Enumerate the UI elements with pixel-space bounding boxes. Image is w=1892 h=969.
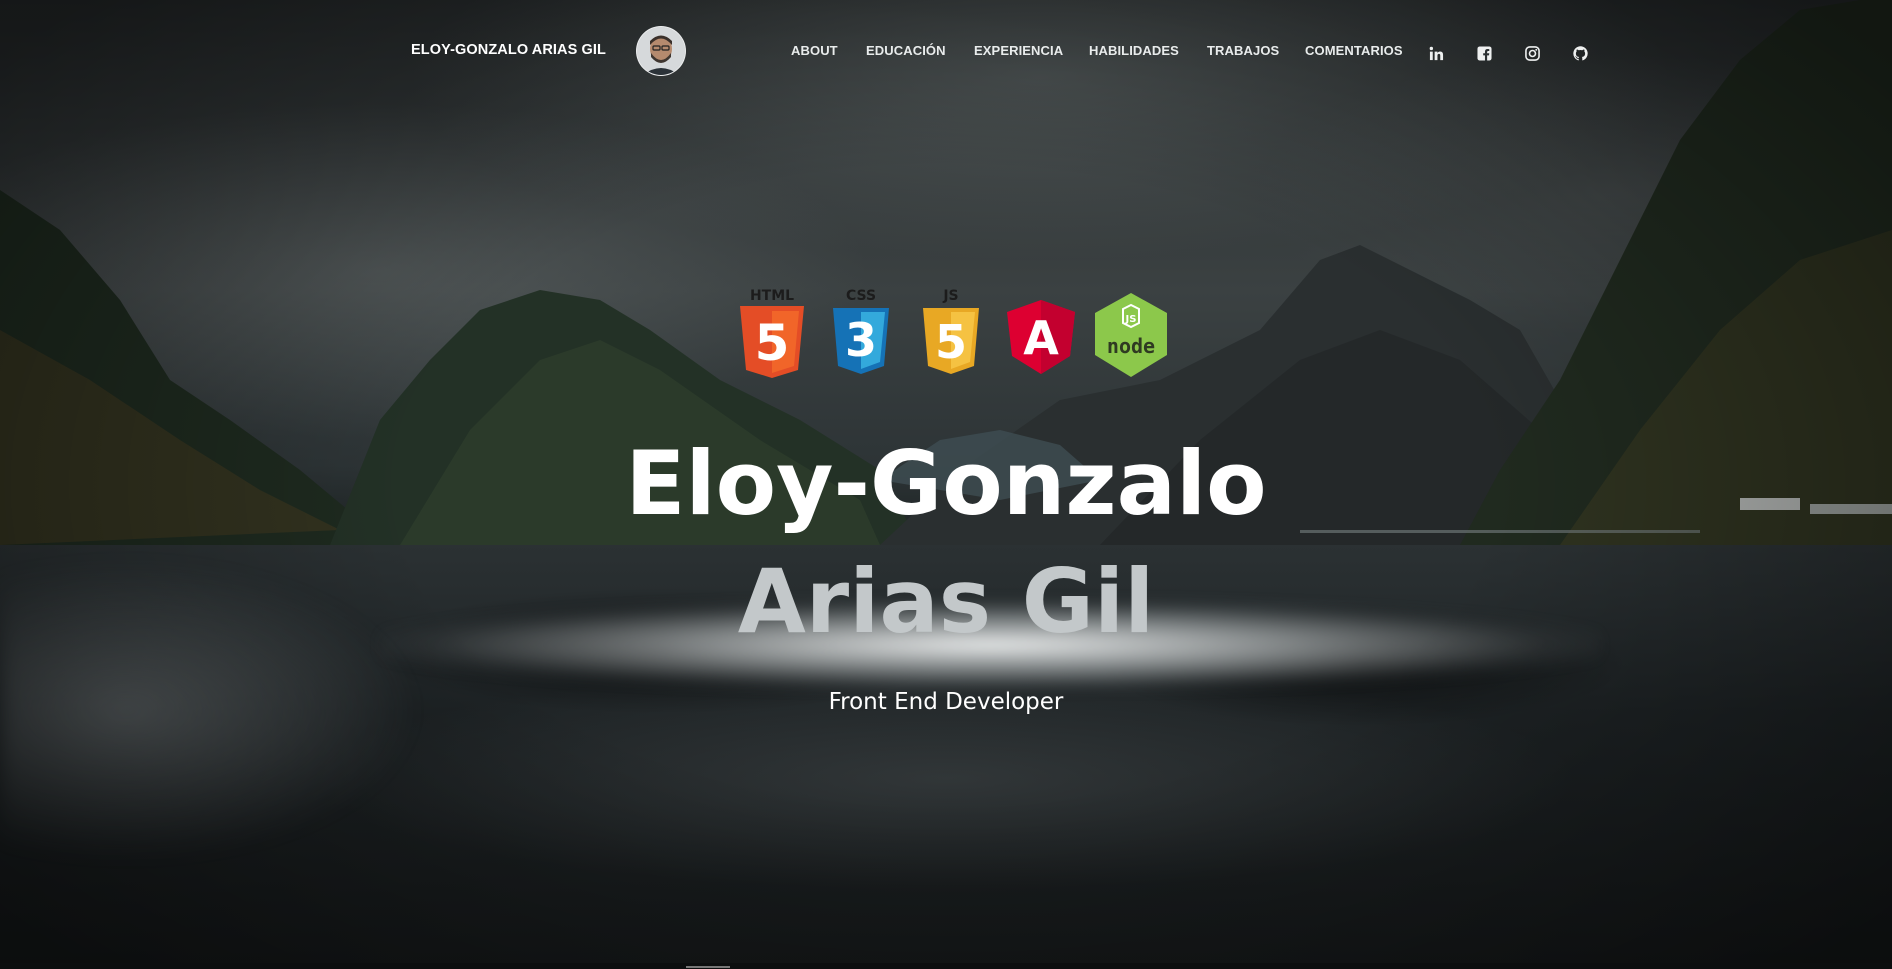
nav-about[interactable]: ABOUT	[791, 43, 838, 58]
instagram-glyph	[1524, 45, 1540, 61]
js-glyph: 5	[935, 315, 967, 369]
nodejs-glyph: node	[1107, 334, 1155, 358]
angular-shield: A	[1007, 300, 1075, 374]
github-glyph	[1572, 45, 1588, 60]
html5-glyph: 5	[755, 314, 790, 372]
nodejs-hexagon: JS node	[1095, 293, 1167, 377]
top-navigation: ELOY-GONZALO ARIAS GIL ABOUT EDUCACIÓN E…	[0, 0, 1892, 100]
nav-trabajos[interactable]: TRABAJOS	[1207, 43, 1279, 58]
tech-stack-icons: HTML 5 CSS 3 JS 5 A JS node	[0, 288, 1892, 383]
js-icon: JS 5	[911, 288, 991, 383]
hero-role: Front End Developer	[828, 689, 1064, 715]
css3-shield: 3	[833, 308, 889, 374]
angular-icon: A	[1001, 288, 1081, 383]
nav-experiencia[interactable]: EXPERIENCIA	[974, 43, 1063, 58]
scroll-indicator[interactable]	[686, 966, 730, 968]
page-bottom-edge	[0, 963, 1892, 969]
linkedin-glyph	[1429, 46, 1443, 60]
nav-educacion[interactable]: EDUCACIÓN	[866, 43, 946, 58]
svg-text:JS: JS	[1125, 314, 1137, 325]
profile-photo-icon	[637, 27, 685, 75]
instagram-icon[interactable]	[1523, 44, 1541, 62]
hero-first-name: Eloy-Gonzalo	[625, 432, 1267, 535]
avatar[interactable]	[636, 26, 686, 76]
hero-last-name: Arias Gil	[737, 550, 1155, 653]
nodejs-icon: JS node	[1091, 288, 1171, 383]
github-icon[interactable]	[1571, 44, 1589, 62]
angular-glyph: A	[1023, 311, 1059, 365]
facebook-glyph	[1476, 45, 1492, 61]
css3-icon: CSS 3	[821, 288, 901, 383]
facebook-icon[interactable]	[1475, 44, 1493, 62]
html5-icon: HTML 5	[732, 288, 812, 383]
brand-link[interactable]: ELOY-GONZALO ARIAS GIL	[411, 42, 606, 58]
nav-habilidades[interactable]: HABILIDADES	[1089, 43, 1179, 58]
css3-glyph: 3	[845, 313, 877, 367]
nav-comentarios[interactable]: COMENTARIOS	[1305, 43, 1403, 58]
linkedin-icon[interactable]	[1427, 44, 1445, 62]
js-shield: 5	[923, 308, 979, 374]
html5-shield: 5	[740, 306, 804, 378]
